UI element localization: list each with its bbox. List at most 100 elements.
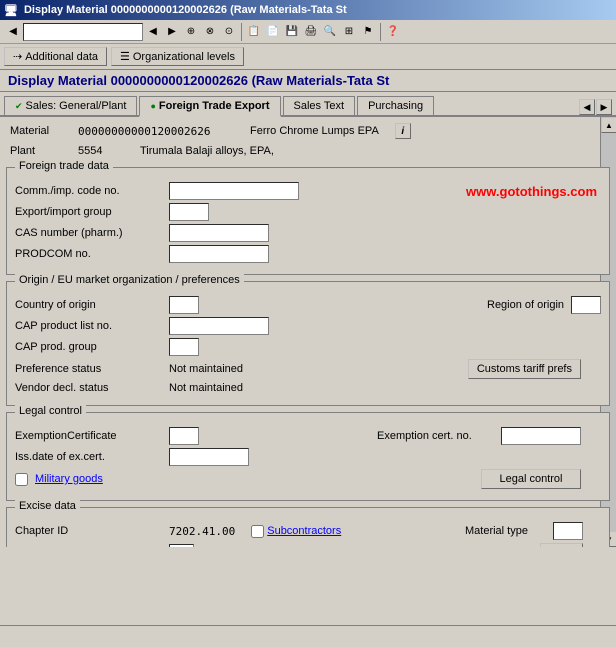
material-label: Material <box>10 125 70 137</box>
main-content: ▲ ▼ Material 00000000000120002626 Ferro … <box>0 117 616 547</box>
additional-data-btn[interactable]: ⇢ Additional data <box>4 47 107 66</box>
iss-date-row: Iss.date of ex.cert. <box>15 448 601 466</box>
title-bar: 🖥 Display Material 0000000000120002626 (… <box>0 0 616 20</box>
scroll-up-btn[interactable]: ▲ <box>601 117 616 133</box>
watermark: www.gotothings.com <box>466 184 597 199</box>
tab-prev-btn[interactable]: ◀ <box>579 99 595 115</box>
military-goods-label[interactable]: Military goods <box>35 473 103 485</box>
tab-sales-text[interactable]: Sales Text <box>283 96 356 115</box>
material-number: 00000000000120002626 <box>78 125 238 138</box>
vendor-decl-value: Not maintained <box>169 382 243 394</box>
secondary-toolbar: ⇢ Additional data ☰ Organizational level… <box>0 44 616 70</box>
prodcom-input[interactable] <box>169 245 269 263</box>
country-origin-input[interactable] <box>169 296 199 314</box>
exemption-cert-no-label: Exemption cert. no. <box>377 430 497 442</box>
excise-data-fields: Chapter ID 7202.41.00 Subcontractors Mat… <box>15 522 601 547</box>
comm-imp-input[interactable] <box>169 182 299 200</box>
foreign-trade-title: Foreign trade data <box>15 160 113 172</box>
tab-sales-general[interactable]: ✔ Sales: General/Plant <box>4 96 137 115</box>
nav2-icon[interactable]: ⊗ <box>201 23 219 41</box>
info-icon[interactable]: i <box>395 123 411 139</box>
nav1-icon[interactable]: ⊕ <box>182 23 200 41</box>
page-title-text: Display Material 0000000000120002626 (Ra… <box>8 73 389 88</box>
origin-title: Origin / EU market organization / prefer… <box>15 274 244 286</box>
plant-label: Plant <box>10 145 70 157</box>
additional-data-label: Additional data <box>25 51 98 63</box>
prodcom-label: PRODCOM no. <box>15 248 165 260</box>
customs-tariff-btn[interactable]: Customs tariff prefs <box>468 359 581 379</box>
additional-data-icon: ⇢ <box>13 50 22 63</box>
export-import-label: Export/import group <box>15 206 165 218</box>
exemption-cert-label: ExemptionCertificate <box>15 430 165 442</box>
legal-control-fields: ExemptionCertificate Exemption cert. no.… <box>15 427 601 489</box>
origin-fields: Country of origin Region of origin CAP p… <box>15 296 601 394</box>
material-type-label: Material type <box>465 525 545 537</box>
doc-icon[interactable]: 📄 <box>264 23 282 41</box>
military-goods-checkbox[interactable] <box>15 473 28 486</box>
cap-product-row: CAP product list no. <box>15 317 601 335</box>
iss-date-label: Iss.date of ex.cert. <box>15 451 165 463</box>
no-grs-row: No. GRs per EI Output Mat1. 000000000001… <box>15 543 601 547</box>
comm-imp-label: Comm./imp. code no. <box>15 185 165 197</box>
copy-icon[interactable]: 📋 <box>245 23 263 41</box>
plant-desc: Tirumala Balaji alloys, EPA, <box>140 145 274 157</box>
address-bar[interactable] <box>23 23 143 41</box>
legal-control-btn[interactable]: Legal control <box>481 469 581 489</box>
plant-row: Plant 5554 Tirumala Balaji alloys, EPA, <box>6 143 610 159</box>
cap-prod-group-label: CAP prod. group <box>15 341 165 353</box>
chapter-id-label: Chapter ID <box>15 525 165 537</box>
plant-value: 5554 <box>78 145 128 157</box>
prev-icon[interactable]: ◀ <box>144 23 162 41</box>
subcontractors-checkbox[interactable] <box>251 525 264 538</box>
export-import-row: Export/import group <box>15 203 601 221</box>
foreign-trade-section: Foreign trade data www.gotothings.com Co… <box>6 167 610 275</box>
preference-status-value: Not maintained <box>169 363 243 375</box>
flag-icon[interactable]: ⚑ <box>359 23 377 41</box>
cas-number-label: CAS number (pharm.) <box>15 227 165 239</box>
cas-number-row: CAS number (pharm.) <box>15 224 601 242</box>
material-type-input[interactable] <box>553 522 583 540</box>
iss-date-input[interactable] <box>169 448 249 466</box>
cap-product-input[interactable] <box>169 317 269 335</box>
save-icon[interactable]: 💾 <box>283 23 301 41</box>
org-levels-icon: ☰ <box>120 50 130 63</box>
prodcom-row: PRODCOM no. <box>15 245 601 263</box>
org-levels-btn[interactable]: ☰ Organizational levels <box>111 47 244 66</box>
page-title: Display Material 0000000000120002626 (Ra… <box>0 70 616 92</box>
preference-status-row: Preference status Not maintained Customs… <box>15 359 601 379</box>
main-toolbar: ◀ ◀ ▶ ⊕ ⊗ ⊙ 📋 📄 💾 🖨 🔍 ⊞ ⚑ ❓ <box>0 20 616 44</box>
exemption-cert-row: ExemptionCertificate Exemption cert. no. <box>15 427 601 445</box>
exemption-cert-no-input[interactable] <box>501 427 581 445</box>
tab-foreign-trade[interactable]: ● Foreign Trade Export <box>139 96 280 117</box>
no-grs-input[interactable] <box>169 544 194 547</box>
more-btn[interactable]: More <box>540 543 583 547</box>
cap-prod-group-input[interactable] <box>169 338 199 356</box>
next-icon[interactable]: ▶ <box>163 23 181 41</box>
origin-section: Origin / EU market organization / prefer… <box>6 281 610 406</box>
legal-control-section: Legal control ExemptionCertificate Exemp… <box>6 412 610 501</box>
cas-number-input[interactable] <box>169 224 269 242</box>
print-icon[interactable]: 🖨 <box>302 23 320 41</box>
legal-control-title: Legal control <box>15 405 86 417</box>
help-icon[interactable]: ❓ <box>384 23 402 41</box>
subcontractors-label[interactable]: Subcontractors <box>267 525 341 537</box>
tab-purchasing[interactable]: Purchasing <box>357 96 434 115</box>
region-origin-label: Region of origin <box>487 299 567 311</box>
country-origin-label: Country of origin <box>15 299 165 311</box>
preference-status-label: Preference status <box>15 363 165 375</box>
chapter-id-value: 7202.41.00 <box>169 525 235 538</box>
chapter-id-row: Chapter ID 7202.41.00 Subcontractors Mat… <box>15 522 601 540</box>
region-origin-input[interactable] <box>571 296 601 314</box>
output-mat1-value: 00000000000120002626 <box>399 547 531 548</box>
excise-data-title: Excise data <box>15 500 80 512</box>
find-icon[interactable]: 🔍 <box>321 23 339 41</box>
grid-icon[interactable]: ⊞ <box>340 23 358 41</box>
excise-data-section: Excise data Chapter ID 7202.41.00 Subcon… <box>6 507 610 547</box>
export-import-input[interactable] <box>169 203 209 221</box>
nav3-icon[interactable]: ⊙ <box>220 23 238 41</box>
tab-next-btn[interactable]: ▶ <box>596 99 612 115</box>
exemption-cert-input[interactable] <box>169 427 199 445</box>
material-desc: Ferro Chrome Lumps EPA <box>250 125 379 137</box>
material-row: Material 00000000000120002626 Ferro Chro… <box>6 121 610 141</box>
back-icon[interactable]: ◀ <box>4 23 22 41</box>
